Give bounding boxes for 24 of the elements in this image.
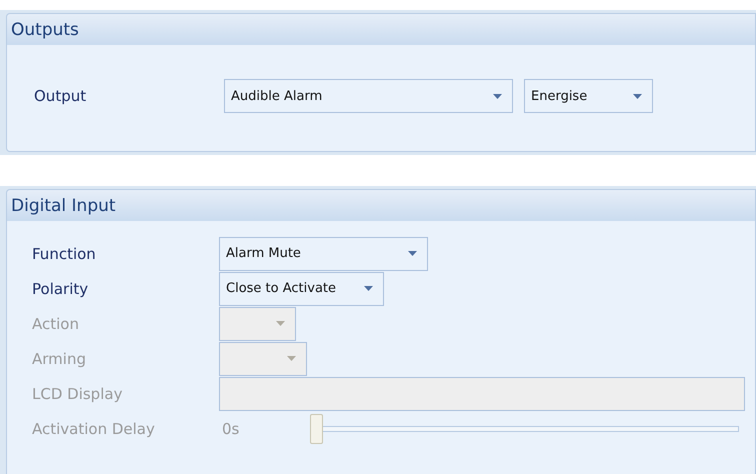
field-label: Function	[31, 244, 97, 262]
dropdown[interactable]: Alarm Mute	[219, 236, 428, 270]
dropdown[interactable]: Energise	[524, 79, 653, 113]
slider-track[interactable]	[310, 414, 739, 444]
field-label: Activation Delay	[31, 420, 156, 438]
caret-icon	[633, 94, 642, 98]
caret-icon	[364, 286, 373, 291]
field-label: Action	[31, 314, 80, 332]
field-label: LCD Display	[31, 384, 124, 402]
dropdown[interactable]: Audible Alarm	[224, 79, 513, 113]
dropdown[interactable]	[219, 342, 307, 376]
delay-value: 0s	[221, 420, 240, 438]
caret-icon	[493, 94, 502, 98]
caret-icon	[287, 356, 296, 361]
field-label: Arming	[31, 350, 87, 368]
panel-title: Outputs	[11, 20, 79, 40]
dropdown[interactable]: Close to Activate	[219, 272, 384, 306]
caret-icon	[408, 251, 417, 256]
field-label: Polarity	[31, 280, 90, 298]
panel-title: Digital Input	[11, 196, 116, 216]
input-field[interactable]	[219, 376, 745, 410]
field-label: Output	[33, 87, 88, 105]
caret-icon	[276, 321, 285, 326]
dropdown[interactable]	[219, 306, 296, 340]
